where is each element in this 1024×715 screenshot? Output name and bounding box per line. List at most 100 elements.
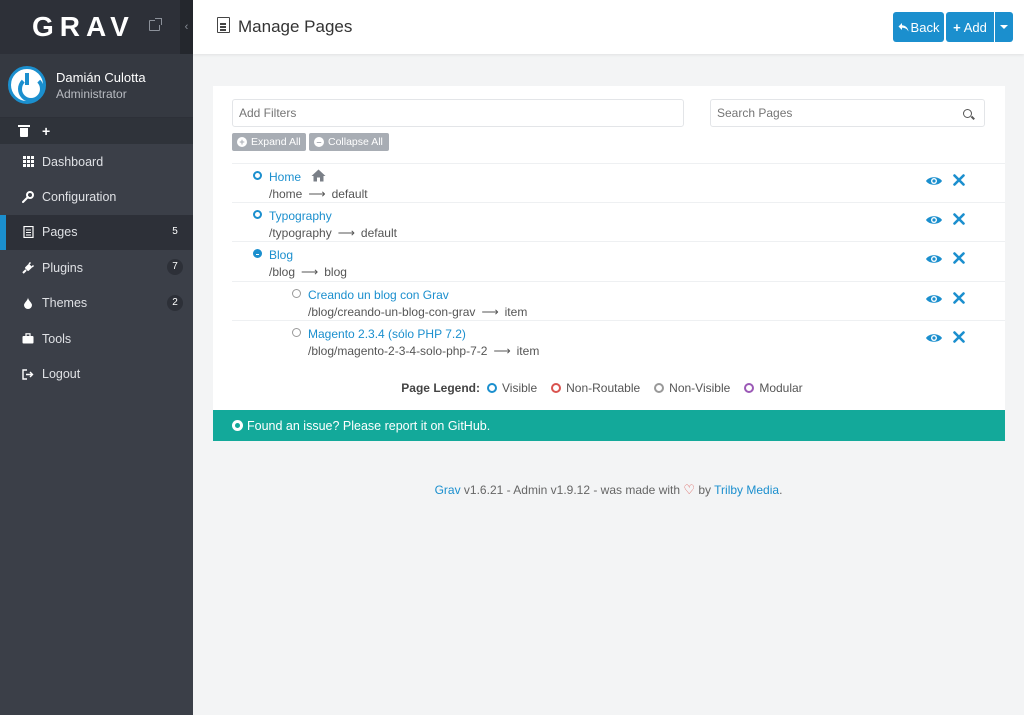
legend-item-modular: Modular: [744, 381, 803, 395]
sidebar-item-logout[interactable]: Logout: [0, 356, 193, 391]
sidebar-item-pages[interactable]: Pages 5: [0, 214, 193, 251]
page-title-link[interactable]: Magento 2.3.4 (sólo PHP 7.2): [308, 327, 466, 341]
legend-label: Non-Routable: [566, 381, 641, 395]
page-title-link[interactable]: Blog: [269, 248, 293, 262]
page-route: /blog/magento-2-3-4-solo-php-7-2 ⟶ item: [308, 344, 539, 358]
footer-dot: .: [779, 483, 783, 497]
eye-icon[interactable]: [925, 175, 943, 187]
themes-count-badge: 2: [167, 294, 183, 311]
page-row: Magento 2.3.4 (sólo PHP 7.2) /blog/magent…: [232, 319, 1005, 359]
route-template: default: [360, 226, 397, 241]
non-visible-dot-icon: [654, 383, 665, 393]
sidebar-item-configuration[interactable]: Configuration: [0, 179, 193, 214]
page-status-icon: [292, 288, 301, 298]
eye-icon[interactable]: [925, 214, 943, 226]
delete-icon[interactable]: [952, 252, 966, 266]
plugins-count-badge: 7: [167, 259, 183, 276]
expand-all-button[interactable]: + Expand All: [232, 133, 306, 151]
filter-input[interactable]: [232, 99, 684, 127]
sidebar-item-label: Plugins: [42, 260, 83, 275]
sidebar-item-tools[interactable]: Tools: [0, 321, 193, 356]
logo-bar: GRAV ‹: [0, 0, 193, 54]
pages-tree: Home/home ⟶ default Typography/typography ⟶ d…: [232, 163, 1005, 359]
page-status-icon: [253, 171, 262, 180]
page-title-link[interactable]: Home: [269, 170, 301, 184]
page-route: /blog ⟶ blog: [269, 265, 347, 279]
search-icon[interactable]: [963, 109, 972, 118]
heart-icon: ♡: [683, 482, 696, 497]
delete-icon[interactable]: [952, 330, 966, 345]
user-name: Damián Culotta: [56, 70, 146, 85]
plug-icon: [22, 261, 34, 274]
arrow-right-icon: ⟶: [308, 187, 326, 201]
grav-logo[interactable]: GRAV: [32, 11, 135, 43]
eye-icon[interactable]: [925, 293, 943, 305]
pages-panel: + Expand All – Collapse All Home/home ⟶ de…: [213, 86, 1005, 410]
user-role: Administrator: [56, 87, 127, 101]
page-row: Home/home ⟶ default: [232, 163, 1005, 202]
collapse-all-button[interactable]: – Collapse All: [309, 133, 389, 151]
legend-label: Non-Visible: [669, 381, 731, 395]
titlebar: Manage Pages Back + Add: [193, 0, 1024, 54]
search-input[interactable]: [710, 99, 985, 127]
sign-out-icon: [22, 368, 34, 380]
eye-icon[interactable]: [925, 332, 943, 344]
delete-icon[interactable]: [952, 291, 966, 306]
route-template: default: [331, 187, 368, 201]
page-status-icon: [253, 210, 262, 220]
arrow-right-icon: ⟶: [337, 226, 355, 241]
page-route: /home ⟶ default: [269, 187, 368, 201]
delete-icon[interactable]: [952, 174, 966, 188]
collapse-all-label: Collapse All: [328, 136, 383, 148]
add-button-label: Add: [963, 19, 987, 35]
route-path: /home: [269, 187, 303, 201]
tint-icon: [22, 297, 34, 310]
arrow-right-icon: ⟶: [493, 343, 511, 358]
file-icon: [22, 226, 34, 239]
github-notice-text: Found an issue? Please report it on GitH…: [247, 418, 491, 433]
route-template: item: [504, 304, 528, 319]
eye-icon[interactable]: [925, 253, 943, 265]
sidebar-item-label: Configuration: [42, 190, 117, 205]
avatar[interactable]: [8, 66, 46, 104]
sidebar-item-label: Pages: [42, 225, 78, 240]
external-link-icon[interactable]: [149, 18, 162, 31]
grid-icon: [22, 156, 34, 168]
add-dropdown-toggle[interactable]: [995, 12, 1013, 42]
route-path: /typography: [269, 226, 332, 241]
home-icon: [311, 169, 326, 183]
github-notice[interactable]: Found an issue? Please report it on GitH…: [213, 410, 1005, 441]
sidebar-item-dashboard[interactable]: Dashboard: [0, 144, 193, 179]
back-button[interactable]: Back: [893, 12, 944, 42]
plus-circle-icon: +: [237, 137, 247, 147]
modular-dot-icon: [744, 383, 755, 393]
arrow-right-icon: ⟶: [481, 304, 499, 319]
route-path: /blog: [269, 265, 296, 280]
page-title-link[interactable]: Typography: [269, 209, 332, 223]
trash-icon[interactable]: [18, 124, 30, 137]
footer: Grav v1.6.21 - Admin v1.9.12 - was made …: [193, 482, 1024, 498]
briefcase-icon: [22, 333, 34, 345]
page-status-icon: [292, 327, 301, 337]
sidebar-nav: Dashboard Configuration Pages 5 Plugins …: [0, 144, 193, 392]
delete-icon[interactable]: [952, 213, 966, 227]
page-route: /typography ⟶ default: [269, 226, 397, 240]
page-title-link[interactable]: Creando un blog con Grav: [308, 288, 449, 302]
sidebar-item-label: Dashboard: [42, 154, 104, 169]
page-row: Blog/blog ⟶ blog: [232, 241, 1005, 280]
sidebar-item-label: Tools: [42, 331, 72, 346]
sidebar-collapse-toggle[interactable]: ‹: [180, 0, 193, 54]
legend-label: Modular: [759, 381, 803, 395]
trilby-link[interactable]: Trilby Media: [714, 483, 779, 497]
footer-version: v1.6.21 - Admin v1.9.12 - was made with: [460, 483, 684, 497]
sidebar-item-label: Logout: [42, 367, 81, 382]
collapse-toggle-icon[interactable]: [253, 249, 262, 259]
sidebar-item-themes[interactable]: Themes 2: [0, 286, 193, 321]
sidebar-item-label: Themes: [42, 296, 88, 311]
user-profile[interactable]: Damián Culotta Administrator: [0, 54, 193, 118]
add-icon[interactable]: +: [42, 123, 50, 139]
add-button[interactable]: + Add: [946, 12, 994, 42]
grav-link[interactable]: Grav: [435, 483, 461, 497]
sidebar-item-plugins[interactable]: Plugins 7: [0, 250, 193, 285]
file-icon: [217, 17, 230, 33]
